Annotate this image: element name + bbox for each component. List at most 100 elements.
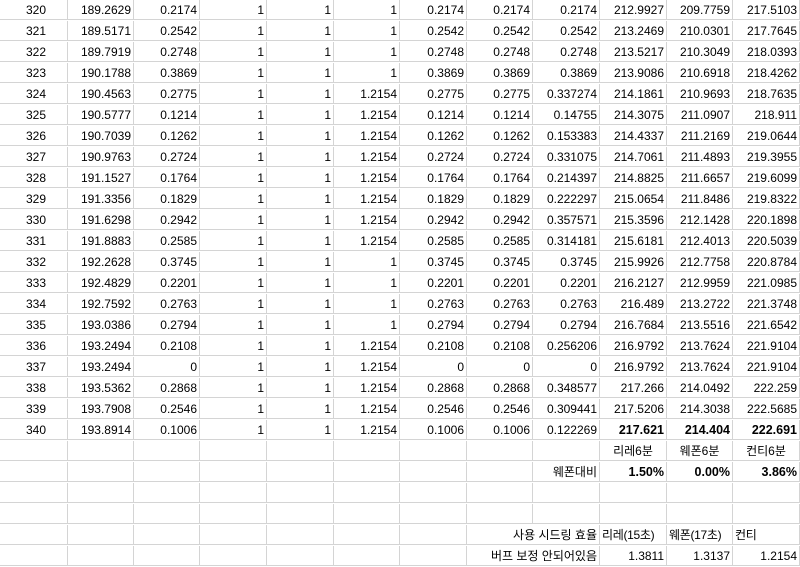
data-cell[interactable]: 0.3745	[400, 252, 467, 272]
data-cell[interactable]: 0.314181	[533, 231, 600, 251]
data-cell[interactable]: 0.2748	[400, 42, 467, 62]
data-cell[interactable]: 214.1861	[600, 84, 667, 104]
data-cell[interactable]: 1	[267, 168, 334, 188]
empty-cell[interactable]	[68, 441, 134, 461]
data-cell[interactable]: 1.2154	[334, 210, 400, 230]
data-cell[interactable]: 217.5206	[600, 399, 667, 419]
data-cell[interactable]: 218.911	[733, 105, 800, 125]
data-cell[interactable]: 190.9763	[68, 147, 134, 167]
data-cell[interactable]: 0.2546	[400, 399, 467, 419]
empty-cell[interactable]	[467, 462, 533, 482]
data-cell[interactable]: 1.2154	[334, 420, 400, 440]
data-cell[interactable]: 0.2542	[134, 21, 200, 41]
data-cell[interactable]: 0.2868	[134, 378, 200, 398]
data-cell[interactable]: 0.2174	[533, 0, 600, 20]
data-cell[interactable]: 1	[267, 294, 334, 314]
data-cell[interactable]: 1	[334, 42, 400, 62]
data-cell[interactable]: 219.6099	[733, 168, 800, 188]
data-cell[interactable]: 0.2763	[533, 294, 600, 314]
data-cell[interactable]: 0.2794	[134, 315, 200, 335]
row-number-cell[interactable]: 337	[0, 357, 68, 377]
data-cell[interactable]: 1	[267, 252, 334, 272]
empty-cell[interactable]	[267, 441, 334, 461]
empty-cell[interactable]	[533, 504, 600, 524]
data-cell[interactable]: 0.2724	[467, 147, 533, 167]
data-cell[interactable]: 219.8322	[733, 189, 800, 209]
row-number-cell[interactable]: 325	[0, 105, 68, 125]
data-cell[interactable]: 1	[200, 273, 267, 293]
row-number-cell[interactable]: 330	[0, 210, 68, 230]
data-cell[interactable]: 0.2724	[134, 147, 200, 167]
data-cell[interactable]: 214.8825	[600, 168, 667, 188]
data-cell[interactable]: 211.2169	[667, 126, 733, 146]
data-cell[interactable]: 1	[334, 315, 400, 335]
data-cell[interactable]: 214.7061	[600, 147, 667, 167]
data-cell[interactable]: 1	[267, 84, 334, 104]
data-cell[interactable]: 1	[200, 42, 267, 62]
empty-cell[interactable]	[533, 483, 600, 503]
data-cell[interactable]: 1.2154	[334, 378, 400, 398]
empty-cell[interactable]	[600, 504, 667, 524]
data-cell[interactable]: 0.3869	[467, 63, 533, 83]
data-cell[interactable]: 192.2628	[68, 252, 134, 272]
data-cell[interactable]: 0.2542	[467, 21, 533, 41]
data-cell[interactable]: 1.2154	[334, 336, 400, 356]
data-cell[interactable]: 215.6181	[600, 231, 667, 251]
data-cell[interactable]: 214.404	[667, 420, 733, 440]
data-cell[interactable]: 1	[267, 336, 334, 356]
data-cell[interactable]: 1	[200, 168, 267, 188]
data-cell[interactable]: 1	[200, 252, 267, 272]
summary-label-cell[interactable]: 컨티6분	[733, 441, 800, 461]
data-cell[interactable]: 212.4013	[667, 231, 733, 251]
data-cell[interactable]: 1	[267, 21, 334, 41]
empty-cell[interactable]	[134, 546, 200, 566]
empty-cell[interactable]	[0, 504, 68, 524]
data-cell[interactable]: 0.2108	[134, 336, 200, 356]
data-cell[interactable]: 192.4829	[68, 273, 134, 293]
ratio-value-cell[interactable]: 3.86%	[733, 462, 800, 482]
data-cell[interactable]: 0.2763	[467, 294, 533, 314]
row-number-cell[interactable]: 321	[0, 21, 68, 41]
data-cell[interactable]: 190.5777	[68, 105, 134, 125]
data-cell[interactable]: 211.6657	[667, 168, 733, 188]
data-cell[interactable]: 210.0301	[667, 21, 733, 41]
data-cell[interactable]: 221.9104	[733, 336, 800, 356]
empty-cell[interactable]	[400, 462, 467, 482]
data-cell[interactable]: 0	[400, 357, 467, 377]
data-cell[interactable]: 0.2763	[400, 294, 467, 314]
data-cell[interactable]: 1	[200, 189, 267, 209]
row-number-cell[interactable]: 335	[0, 315, 68, 335]
data-cell[interactable]: 218.4262	[733, 63, 800, 83]
efficiency-name-cell[interactable]: 리레(15초)	[600, 525, 667, 545]
data-cell[interactable]: 1	[200, 105, 267, 125]
empty-cell[interactable]	[68, 546, 134, 566]
data-cell[interactable]: 1	[267, 126, 334, 146]
data-cell[interactable]: 211.8486	[667, 189, 733, 209]
data-cell[interactable]: 222.5685	[733, 399, 800, 419]
data-cell[interactable]: 1	[200, 336, 267, 356]
summary-label-cell[interactable]: 웨폰6분	[667, 441, 733, 461]
data-cell[interactable]: 214.3038	[667, 399, 733, 419]
data-cell[interactable]: 1	[334, 294, 400, 314]
data-cell[interactable]: 0.1214	[134, 105, 200, 125]
data-cell[interactable]: 0.256206	[533, 336, 600, 356]
empty-cell[interactable]	[334, 525, 400, 545]
data-cell[interactable]: 0.2174	[400, 0, 467, 20]
data-cell[interactable]: 0.2748	[134, 42, 200, 62]
data-cell[interactable]: 217.621	[600, 420, 667, 440]
data-cell[interactable]: 189.5171	[68, 21, 134, 41]
row-number-cell[interactable]: 320	[0, 0, 68, 20]
data-cell[interactable]: 1	[267, 63, 334, 83]
data-cell[interactable]: 0.2942	[134, 210, 200, 230]
data-cell[interactable]: 222.259	[733, 378, 800, 398]
data-cell[interactable]: 214.0492	[667, 378, 733, 398]
empty-cell[interactable]	[334, 483, 400, 503]
data-cell[interactable]: 1	[200, 378, 267, 398]
data-cell[interactable]: 0.2794	[533, 315, 600, 335]
data-cell[interactable]: 193.7908	[68, 399, 134, 419]
data-cell[interactable]: 0.1764	[467, 168, 533, 188]
buff-note-cell[interactable]: 버프 보정 안되어있음	[467, 546, 600, 566]
data-cell[interactable]: 1.2154	[334, 231, 400, 251]
efficiency-label-cell[interactable]: 사용 시드링 효율	[467, 525, 600, 545]
data-cell[interactable]: 0.1006	[467, 420, 533, 440]
